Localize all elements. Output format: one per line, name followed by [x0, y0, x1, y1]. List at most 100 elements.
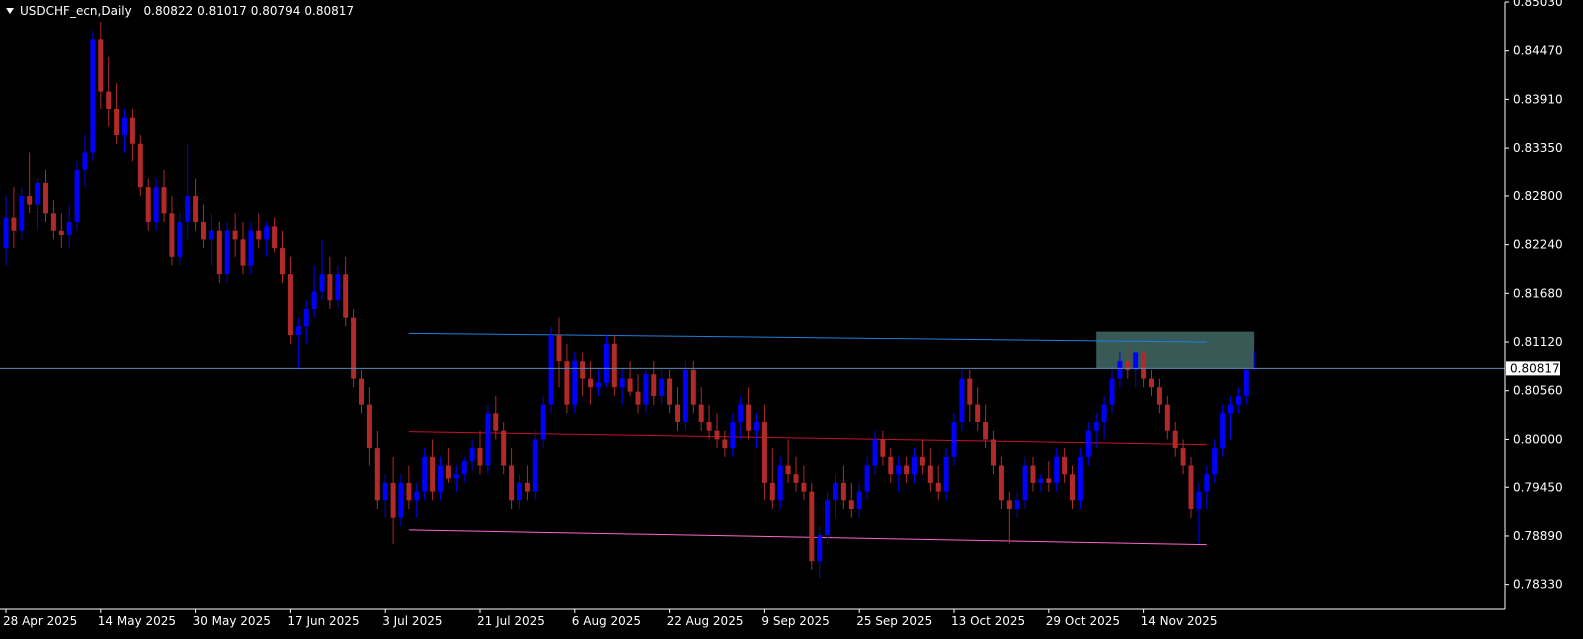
- candle-body: [825, 500, 831, 536]
- candle-body: [935, 482, 941, 492]
- candle-body: [19, 195, 25, 231]
- candle-body: [619, 378, 625, 388]
- candle-body: [777, 465, 783, 501]
- candle-body: [430, 456, 436, 492]
- candle-body: [1204, 474, 1210, 492]
- candle-body: [177, 222, 183, 257]
- candle-body: [327, 274, 333, 301]
- candle-body: [888, 456, 894, 475]
- candle-body: [801, 482, 807, 492]
- candle-body: [1164, 404, 1170, 431]
- candle: [137, 135, 143, 196]
- candle-body: [856, 491, 862, 509]
- candle-body: [216, 230, 222, 275]
- price-tick-label: 0.85030: [1513, 0, 1563, 9]
- candle-body: [98, 39, 104, 92]
- candle-body: [1022, 465, 1028, 501]
- candle-body: [1070, 474, 1075, 501]
- candle-body: [738, 404, 744, 423]
- candle-body: [951, 422, 957, 457]
- candle-body: [927, 465, 933, 483]
- candle-body: [746, 404, 752, 431]
- candle-body: [1085, 430, 1091, 457]
- candle-body: [659, 378, 665, 396]
- candle: [809, 482, 815, 570]
- candle-body: [904, 465, 910, 475]
- candle-body: [11, 217, 17, 231]
- candle-body: [730, 422, 736, 449]
- candle-body: [540, 404, 546, 440]
- candle-body: [754, 422, 759, 431]
- price-tick-label: 0.80000: [1513, 432, 1563, 446]
- candle-body: [248, 230, 254, 266]
- price-tick-label: 0.81680: [1513, 286, 1563, 300]
- candle-body: [27, 195, 33, 205]
- candle-body: [414, 491, 420, 501]
- candle-body: [137, 143, 143, 188]
- candle-body: [3, 217, 9, 249]
- candle-body: [572, 361, 578, 405]
- candle-body: [983, 422, 989, 440]
- candle-body: [1196, 491, 1202, 509]
- candle-body: [896, 465, 902, 475]
- candle-body: [129, 117, 135, 144]
- candle-body: [690, 369, 696, 405]
- candle-body: [880, 439, 886, 457]
- time-tick-label: 17 Jun 2025: [287, 614, 359, 628]
- candle-body: [398, 482, 404, 518]
- candle-body: [761, 422, 767, 483]
- candle: [572, 352, 578, 414]
- candle-body: [208, 230, 214, 240]
- candle-body: [311, 291, 317, 309]
- time-tick-label: 14 Nov 2025: [1141, 614, 1218, 628]
- candle-body: [90, 39, 96, 153]
- candle-body: [698, 404, 704, 423]
- candle-body: [106, 91, 112, 109]
- candle-body: [651, 374, 657, 396]
- candle-body: [1243, 369, 1249, 396]
- price-tick-label: 0.83350: [1513, 141, 1563, 155]
- price-tick-label: 0.79450: [1513, 480, 1563, 494]
- time-tick-label: 3 Jul 2025: [382, 614, 442, 628]
- candle-body: [1172, 430, 1178, 449]
- candle-body: [524, 482, 530, 492]
- chart-background: [0, 0, 1583, 639]
- candle-body: [1188, 465, 1194, 509]
- candle-body: [840, 482, 846, 501]
- candle-body: [1006, 500, 1012, 509]
- chart-info-bar: USDCHF_ecn,Daily 0.80822 0.81017 0.80794…: [6, 4, 354, 18]
- candle-body: [959, 378, 965, 423]
- candle-body: [366, 404, 372, 449]
- candle-body: [1054, 456, 1060, 483]
- candle-body: [1117, 361, 1123, 379]
- candle-body: [351, 317, 357, 379]
- candle-body: [232, 230, 238, 240]
- candle-body: [153, 187, 159, 223]
- candle-body: [272, 226, 278, 249]
- candle-body: [848, 500, 854, 509]
- candle-body: [1101, 404, 1107, 423]
- candle-body: [1014, 500, 1020, 509]
- symbol-label: USDCHF_ecn,Daily: [20, 4, 132, 18]
- candle-body: [1180, 448, 1186, 466]
- candle-body: [240, 239, 246, 266]
- price-tick-label: 0.80560: [1513, 384, 1563, 398]
- time-tick-label: 25 Sep 2025: [856, 614, 932, 628]
- candle-body: [50, 213, 56, 231]
- candle-body: [287, 274, 293, 336]
- low-value: 0.80794: [250, 4, 301, 18]
- candle-body: [793, 474, 799, 483]
- candle-body: [967, 378, 973, 405]
- candle-body: [991, 439, 996, 466]
- candle-body: [193, 195, 199, 223]
- candle-body: [66, 222, 72, 236]
- high-value: 0.81017: [197, 4, 247, 18]
- candle-body: [919, 456, 925, 466]
- candle-body: [1235, 395, 1241, 405]
- dropdown-triangle-icon[interactable]: [6, 8, 14, 14]
- price-tick-label: 0.82240: [1513, 238, 1563, 252]
- chart[interactable]: 0.85030 0.84470 0.83910 0.83350 0.82800 0.822…: [0, 0, 1583, 639]
- candle-body: [517, 482, 522, 501]
- time-tick-label: 21 Jul 2025: [477, 614, 545, 628]
- time-tick-label: 30 May 2025: [193, 614, 271, 628]
